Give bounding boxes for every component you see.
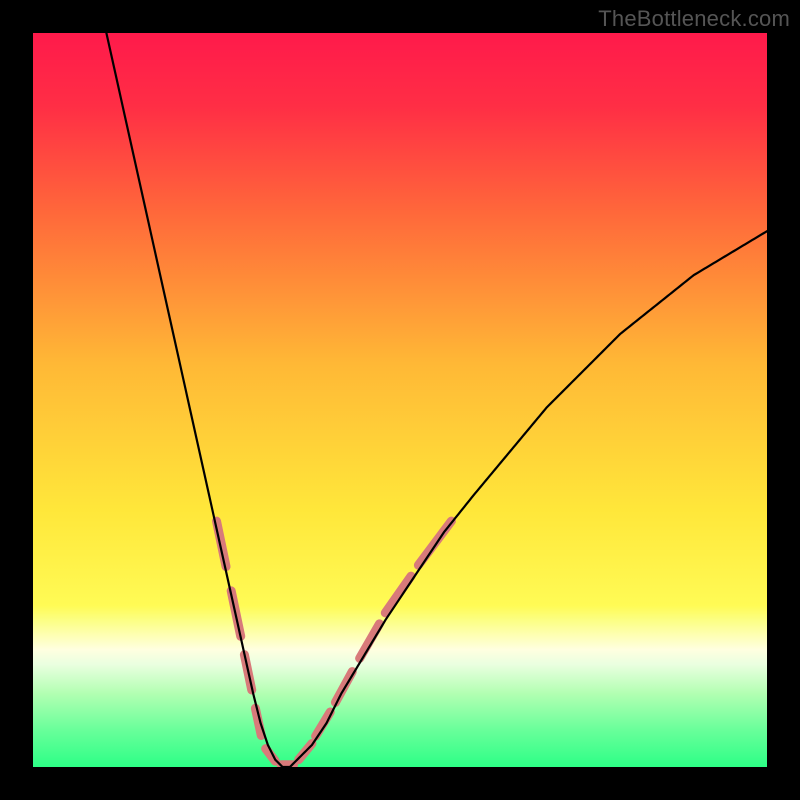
highlight-segment [316,712,331,736]
plot-area [33,33,767,767]
bottleneck-curve [106,33,767,767]
watermark-text: TheBottleneck.com [598,6,790,32]
highlight-segment [385,576,411,613]
highlight-segment [217,521,227,567]
chart-frame: TheBottleneck.com [0,0,800,800]
highlight-segment [335,672,352,703]
highlight-segments-group [217,521,452,765]
curve-svg [33,33,767,767]
highlight-segment [360,624,380,659]
